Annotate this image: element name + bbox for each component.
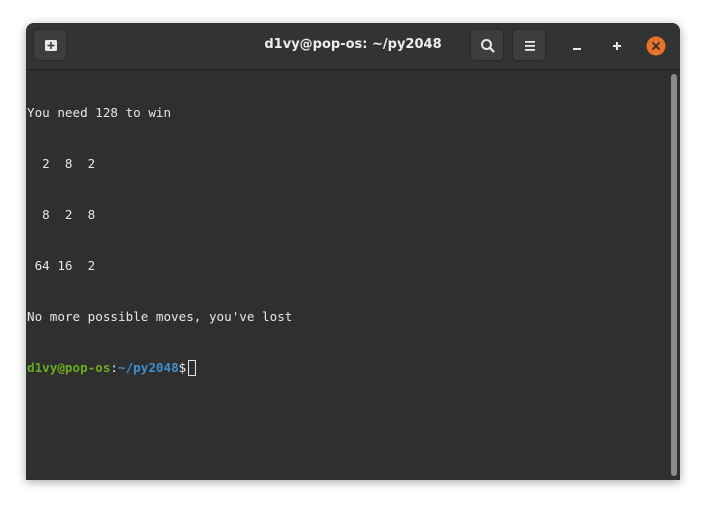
maximize-button[interactable] <box>607 36 627 56</box>
scrollbar-thumb[interactable] <box>671 74 677 476</box>
search-button[interactable] <box>470 29 504 61</box>
prompt-path: ~/py2048 <box>118 360 179 375</box>
search-icon <box>481 39 495 53</box>
header-bar: d1vy@pop-os: ~/py2048 <box>26 23 680 70</box>
text-cursor <box>188 360 197 376</box>
minimize-icon <box>573 48 581 50</box>
terminal-line: 64 16 2 <box>27 258 96 273</box>
close-button[interactable] <box>646 36 666 56</box>
scrollbar[interactable] <box>668 70 680 478</box>
prompt-symbol: $ <box>178 360 187 375</box>
prompt-user-host: d1vy@pop-os <box>27 360 111 375</box>
prompt-line[interactable]: d1vy@pop-os:~/py2048$ <box>27 359 667 376</box>
hamburger-menu-icon <box>525 41 535 51</box>
menu-button[interactable] <box>512 29 546 61</box>
new-tab-button[interactable] <box>33 29 67 61</box>
terminal-line: No more possible moves, you've lost <box>27 309 293 324</box>
terminal-window: d1vy@pop-os: ~/py2048 You need 128 to wi… <box>26 23 680 480</box>
window-title: d1vy@pop-os: ~/py2048 <box>264 37 442 52</box>
prompt-separator: : <box>110 360 118 375</box>
terminal-output[interactable]: You need 128 to win 2 8 2 8 2 8 64 16 2 … <box>27 70 667 478</box>
terminal-line: 2 8 2 <box>27 156 96 171</box>
minimize-button[interactable] <box>567 36 587 56</box>
new-tab-icon <box>45 40 57 51</box>
terminal-line: You need 128 to win <box>27 105 172 120</box>
close-icon <box>646 36 666 56</box>
maximize-icon <box>613 42 621 50</box>
terminal-line: 8 2 8 <box>27 207 96 222</box>
